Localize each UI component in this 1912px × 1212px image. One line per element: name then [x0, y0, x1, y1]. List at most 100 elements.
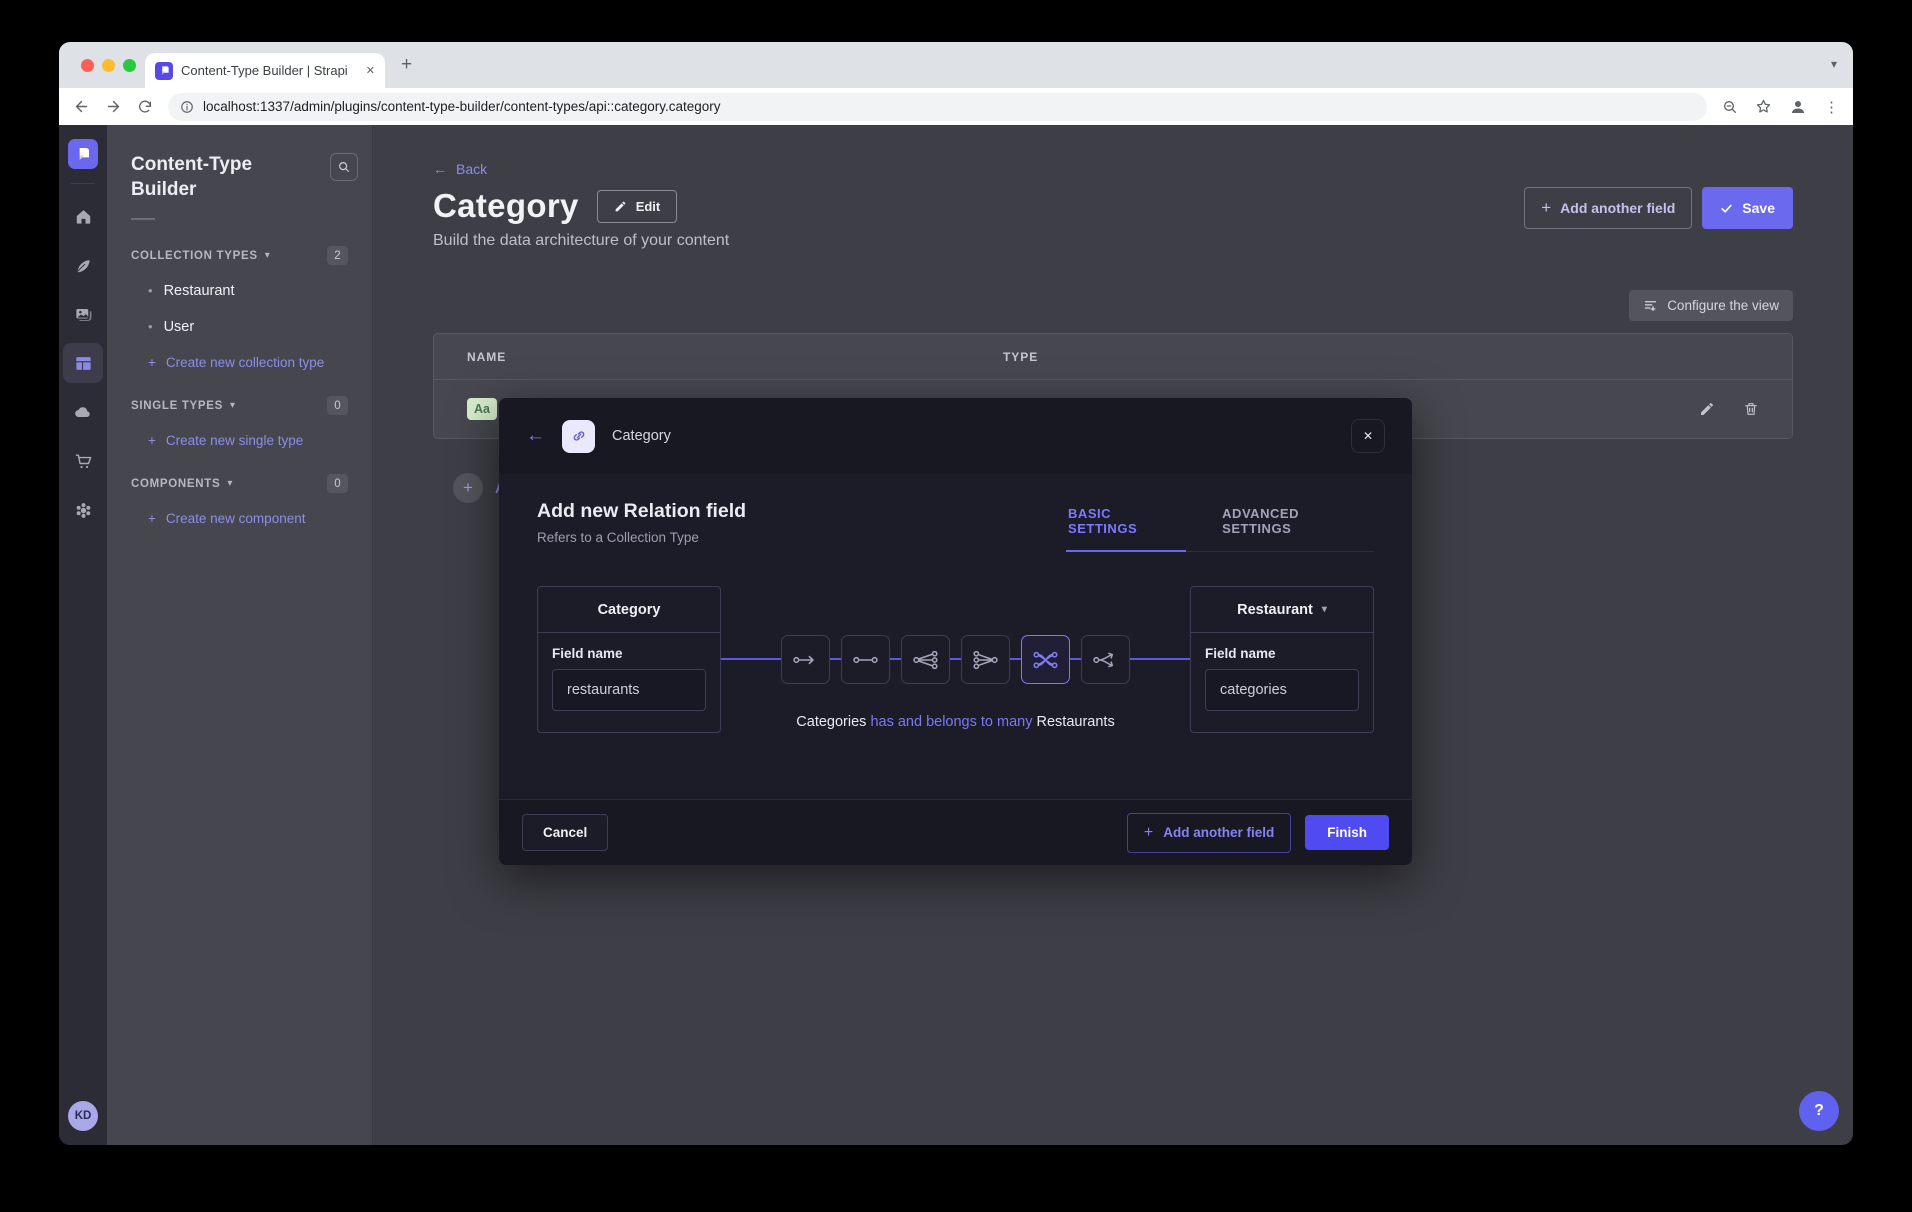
strapi-favicon	[155, 62, 173, 80]
plus-icon: +	[148, 355, 156, 370]
create-collection-type-link[interactable]: + Create new collection type	[131, 345, 348, 380]
nav-media-library-icon[interactable]	[63, 294, 103, 334]
browser-reload-icon[interactable]	[137, 99, 153, 115]
section-components[interactable]: COMPONENTS ▾ 0	[131, 474, 348, 493]
bullet-icon: •	[148, 286, 153, 296]
tab-close-icon[interactable]: ✕	[366, 64, 375, 77]
save-label: Save	[1742, 200, 1775, 216]
question-mark-icon: ?	[1814, 1102, 1824, 1120]
plus-circle-icon[interactable]: +	[453, 473, 483, 503]
relation-source-card: Category Field name restaurants	[537, 586, 721, 733]
nav-marketplace-icon[interactable]	[63, 441, 103, 481]
zoom-icon[interactable]	[1722, 99, 1738, 115]
modal-footer: Cancel + Add another field Finish	[499, 799, 1412, 865]
browser-toolbar: localhost:1337/admin/plugins/content-typ…	[59, 88, 1853, 125]
close-window-button[interactable]	[81, 59, 94, 72]
browser-menu-kebab-icon[interactable]: ⋮	[1824, 98, 1839, 116]
help-button[interactable]: ?	[1799, 1091, 1839, 1131]
nav-home-icon[interactable]	[63, 196, 103, 236]
create-component-link[interactable]: + Create new component	[131, 501, 348, 536]
site-info-icon[interactable]	[180, 100, 194, 114]
modal-add-another-field-button[interactable]: + Add another field	[1127, 813, 1291, 853]
nav-settings-gear-icon[interactable]	[63, 490, 103, 530]
modal-tabs: BASIC SETTINGS ADVANCED SETTINGS	[1066, 500, 1374, 552]
add-relation-field-modal: ← Category ✕ Add new Relation field Refe…	[499, 398, 1412, 865]
relation-target-card: Restaurant ▾ Field name categories	[1190, 586, 1374, 733]
sentence-object: Restaurants	[1037, 714, 1115, 730]
tab-list-chevron-icon[interactable]: ▾	[1831, 57, 1837, 71]
relation-link-icon	[562, 420, 595, 453]
bookmark-star-icon[interactable]	[1755, 98, 1772, 115]
sentence-subject: Categories	[796, 714, 866, 730]
user-avatar[interactable]: KD	[68, 1101, 98, 1131]
relation-many-to-many-icon[interactable]	[1021, 635, 1070, 684]
sidebar-title-divider	[131, 218, 155, 220]
nav-content-type-builder-icon[interactable]	[63, 343, 103, 383]
plus-icon: +	[148, 511, 156, 526]
address-bar[interactable]: localhost:1337/admin/plugins/content-typ…	[168, 93, 1707, 121]
new-tab-button[interactable]: +	[401, 55, 412, 74]
section-label: COMPONENTS	[131, 478, 220, 490]
nav-cloud-icon[interactable]	[63, 392, 103, 432]
relation-type-picker: Categories has and belongs to many Resta…	[721, 586, 1190, 733]
action-label: Create new component	[166, 511, 306, 526]
add-another-field-button[interactable]: + Add another field	[1524, 187, 1692, 229]
sidebar-search-button[interactable]	[330, 153, 358, 181]
tab-basic-settings[interactable]: BASIC SETTINGS	[1066, 500, 1186, 552]
configure-view-button[interactable]: Configure the view	[1629, 290, 1793, 321]
url-text[interactable]: localhost:1337/admin/plugins/content-typ…	[203, 99, 721, 114]
chevron-down-icon: ▾	[227, 478, 232, 489]
column-type: TYPE	[1003, 350, 1038, 364]
modal-breadcrumb: Category	[612, 428, 671, 444]
edit-label: Edit	[636, 199, 661, 214]
section-single-types[interactable]: SINGLE TYPES ▾ 0	[131, 396, 348, 415]
configure-label: Configure the view	[1667, 298, 1779, 313]
chevron-down-icon: ▾	[265, 250, 270, 261]
browser-tab[interactable]: Content-Type Builder | Strapi ✕	[145, 53, 385, 88]
relation-many-way-icon[interactable]	[1081, 635, 1130, 684]
save-button[interactable]: Save	[1702, 187, 1793, 229]
finish-button[interactable]: Finish	[1305, 815, 1389, 850]
target-field-name-input[interactable]: categories	[1205, 669, 1359, 711]
relation-many-to-one-icon[interactable]	[961, 635, 1010, 684]
tab-title: Content-Type Builder | Strapi	[181, 63, 358, 78]
strapi-logo[interactable]	[68, 139, 98, 169]
edit-button[interactable]: Edit	[597, 190, 678, 223]
browser-back-icon[interactable]	[73, 98, 90, 115]
sidebar-item-user[interactable]: • User	[131, 309, 348, 345]
minimize-window-button[interactable]	[102, 59, 115, 72]
source-field-name-input[interactable]: restaurants	[552, 669, 706, 711]
rail-divider	[71, 183, 95, 184]
modal-back-arrow-icon[interactable]: ←	[526, 425, 545, 447]
relation-one-way-icon[interactable]	[781, 635, 830, 684]
back-arrow-icon: ←	[433, 161, 447, 177]
source-field-label: Field name	[552, 646, 706, 661]
back-link[interactable]: ← Back	[433, 161, 487, 177]
relation-diagram: Category Field name restaurants	[537, 586, 1374, 746]
target-field-label: Field name	[1205, 646, 1359, 661]
modal-close-button[interactable]: ✕	[1351, 419, 1385, 453]
pencil-icon	[614, 200, 627, 213]
profile-avatar-icon[interactable]	[1789, 98, 1807, 116]
cancel-button[interactable]: Cancel	[522, 814, 608, 851]
target-collection-dropdown[interactable]: Restaurant ▾	[1191, 587, 1373, 633]
traffic-lights	[81, 59, 136, 72]
nav-content-manager-icon[interactable]	[63, 245, 103, 285]
check-icon	[1720, 202, 1733, 215]
sidebar-item-restaurant[interactable]: • Restaurant	[131, 273, 348, 309]
section-collection-types[interactable]: COLLECTION TYPES ▾ 2	[131, 246, 348, 265]
section-label: COLLECTION TYPES	[131, 250, 258, 262]
fullscreen-window-button[interactable]	[123, 59, 136, 72]
edit-field-pencil-icon[interactable]	[1699, 401, 1715, 417]
relation-one-to-many-icon[interactable]	[901, 635, 950, 684]
tab-advanced-settings[interactable]: ADVANCED SETTINGS	[1220, 500, 1374, 552]
section-count-badge: 0	[327, 396, 348, 415]
browser-tab-strip: Content-Type Builder | Strapi ✕ + ▾	[59, 42, 1853, 88]
table-header: NAME TYPE	[434, 334, 1792, 380]
create-single-type-link[interactable]: + Create new single type	[131, 423, 348, 458]
browser-forward-icon[interactable]	[105, 98, 122, 115]
plus-icon: +	[1144, 824, 1153, 842]
configure-list-icon	[1643, 298, 1658, 313]
relation-one-to-one-icon[interactable]	[841, 635, 890, 684]
delete-field-trash-icon[interactable]	[1743, 401, 1759, 417]
